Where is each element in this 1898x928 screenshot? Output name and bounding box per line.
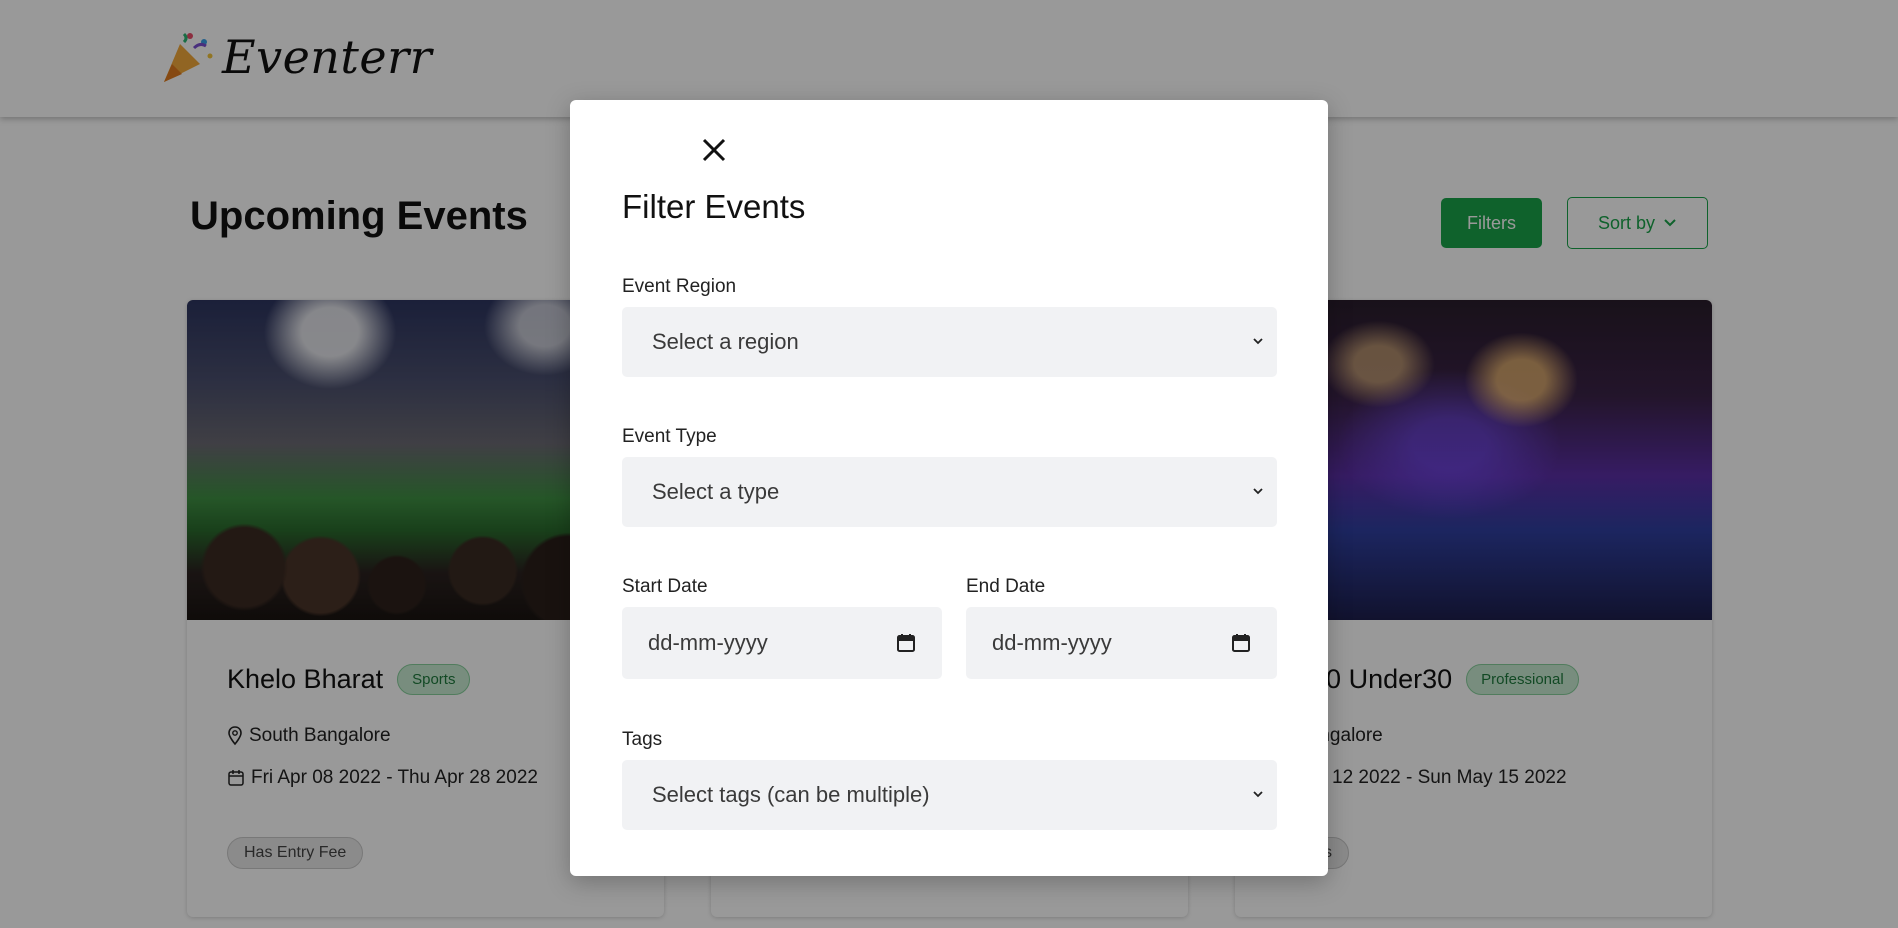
event-type-value: Select a type (652, 479, 780, 504)
chevron-down-icon (1253, 791, 1263, 798)
chevron-down-icon (1253, 338, 1263, 345)
event-region-select[interactable]: Select a region (622, 307, 1277, 377)
tags-label: Tags (622, 729, 663, 750)
event-region-label: Event Region (622, 276, 737, 297)
calendar-icon[interactable] (1231, 633, 1251, 653)
event-region-value: Select a region (652, 329, 799, 354)
close-button[interactable] (694, 130, 734, 170)
tags-value: Select tags (can be multiple) (652, 782, 930, 807)
calendar-icon[interactable] (896, 633, 916, 653)
close-icon (702, 138, 726, 162)
start-date-value: dd-mm-yyyy (648, 630, 768, 655)
event-type-select[interactable]: Select a type (622, 457, 1277, 527)
end-date-input[interactable]: dd-mm-yyyy (966, 607, 1277, 679)
end-date-value: dd-mm-yyyy (992, 630, 1112, 655)
event-type-label: Event Type (622, 426, 717, 447)
modal-title: Filter Events (622, 188, 806, 225)
tags-select[interactable]: Select tags (can be multiple) (622, 760, 1277, 830)
chevron-down-icon (1253, 488, 1263, 495)
start-date-label: Start Date (622, 576, 708, 597)
end-date-label: End Date (966, 576, 1046, 597)
filter-modal: Filter Events Event Region Select a regi… (570, 100, 1328, 876)
start-date-input[interactable]: dd-mm-yyyy (622, 607, 942, 679)
